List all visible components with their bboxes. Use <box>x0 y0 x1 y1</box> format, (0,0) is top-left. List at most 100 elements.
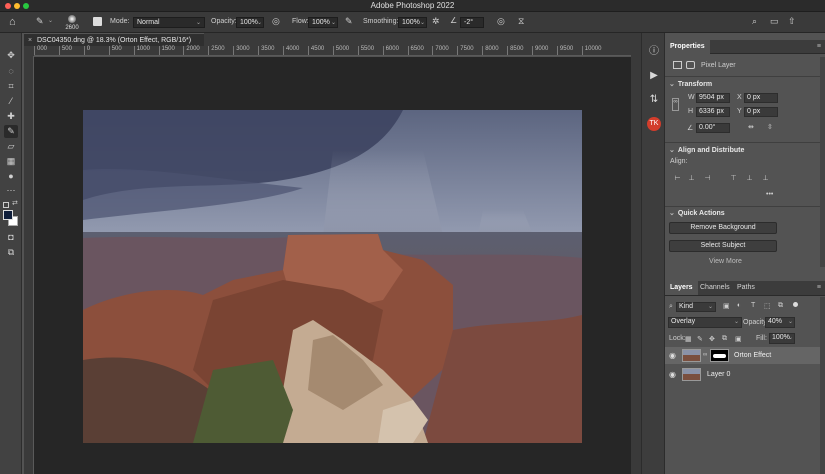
angle-input[interactable]: -2° <box>460 17 484 28</box>
filter-smart-icon[interactable]: ⧉ <box>778 302 783 310</box>
home-icon[interactable]: ⌂ <box>9 17 16 28</box>
brush-settings-icon[interactable] <box>93 17 102 26</box>
layer-row-layer-0[interactable]: ◉ Layer 0 <box>665 366 820 383</box>
chain-link-icon[interactable]: ∞ <box>703 352 707 358</box>
flow-input[interactable]: 100% ⌄ <box>308 17 338 28</box>
brush-icon[interactable]: ✎ <box>36 17 44 26</box>
remove-background-button[interactable]: Remove Background <box>669 222 777 234</box>
pressure-opacity-icon[interactable]: ◎ <box>272 17 280 26</box>
angle-field[interactable]: 0.00° <box>696 123 730 133</box>
x-field[interactable]: 0 px <box>744 93 778 103</box>
select-subject-button[interactable]: Select Subject <box>669 240 777 252</box>
align-left-icon[interactable]: ⊢ <box>673 175 682 183</box>
opacity-input[interactable]: 100% ⌄ <box>236 17 264 28</box>
search-icon[interactable]: ⌕ <box>752 17 757 26</box>
document-tab[interactable]: × DSC04350.dng @ 18.3% (Orton Effect, RG… <box>24 33 204 46</box>
visibility-eye-icon[interactable]: ◉ <box>669 370 676 379</box>
airbrush-icon[interactable]: ✎ <box>345 17 353 26</box>
link-icon[interactable]: ∞ <box>672 98 679 111</box>
screen-mode-button[interactable]: ⧉ <box>4 246 18 259</box>
filter-adjustment-icon[interactable]: ◐ <box>737 302 741 309</box>
mode-select[interactable]: Normal ⌄ <box>133 17 205 28</box>
smoothing-input[interactable]: 100% ⌄ <box>398 17 427 28</box>
settings-icon[interactable]: ✲ <box>432 17 440 26</box>
healing-icon: ✚ <box>7 111 15 121</box>
flip-horizontal-icon[interactable]: ⇹ <box>748 123 754 131</box>
layer-name[interactable]: Orton Effect <box>734 352 771 359</box>
gradient-tool[interactable]: ▦ <box>4 155 18 168</box>
tab-layers[interactable]: Layers <box>665 281 698 295</box>
align-right-icon[interactable]: ⊣ <box>703 175 712 183</box>
title-bar: Adobe Photoshop 2022 <box>0 0 825 12</box>
plugin-icon[interactable]: TK <box>647 117 661 131</box>
marquee-tool[interactable]: ◌ <box>4 65 18 78</box>
height-field[interactable]: 6336 px <box>696 107 730 117</box>
fill-input[interactable]: 100% ⌄ <box>769 333 795 344</box>
chevron-down-icon[interactable]: ⌄ <box>48 18 53 24</box>
filter-shape-icon[interactable]: ⬚ <box>764 302 771 310</box>
ruler-tick-label: 1000 <box>133 46 150 55</box>
default-colors-icon[interactable] <box>3 202 9 208</box>
ruler-tick-label: 500 <box>108 46 122 55</box>
align-vcenter-icon[interactable]: ⊥ <box>745 175 754 183</box>
more-tools[interactable]: ⋯ <box>4 184 18 197</box>
transform-section-title[interactable]: Transform <box>669 80 712 88</box>
align-section-title[interactable]: Align and Distribute <box>669 146 745 154</box>
vertical-scrollbar[interactable] <box>631 46 641 474</box>
blend-mode-select[interactable]: Overlay ⌄ <box>668 317 742 328</box>
healing-tool[interactable]: ✚ <box>4 110 18 123</box>
properties-scrollbar[interactable] <box>820 57 825 267</box>
align-top-icon[interactable]: ⊤ <box>729 175 738 183</box>
mask-icon[interactable] <box>686 61 695 69</box>
lock-pixels-icon[interactable]: ✎ <box>697 335 703 343</box>
filter-pixel-icon[interactable]: ▣ <box>723 302 730 310</box>
filter-type-icon[interactable]: T <box>751 302 755 309</box>
lock-all-icon[interactable]: ▣ <box>735 335 742 343</box>
foreground-color-swatch[interactable] <box>3 210 13 220</box>
layer-opacity-input[interactable]: 40% ⌄ <box>765 317 795 328</box>
filter-toggle[interactable] <box>793 302 798 307</box>
symmetry-icon[interactable]: ⧖ <box>518 17 524 26</box>
lock-transparency-icon[interactable]: ▦ <box>685 335 692 343</box>
lock-position-icon[interactable]: ✥ <box>709 335 715 343</box>
brush-tool[interactable]: ✎ <box>4 125 18 138</box>
more-options-icon[interactable]: ••• <box>766 191 773 198</box>
info-icon[interactable]: ⓘ <box>647 45 661 59</box>
view-more-link[interactable]: View More <box>709 258 742 265</box>
width-field[interactable]: 9504 px <box>696 93 730 103</box>
play-icon[interactable]: ▶ <box>647 69 661 83</box>
layer-filter-select[interactable]: Kind ⌄ <box>676 302 716 312</box>
crop-tool[interactable]: ⌗ <box>4 80 18 93</box>
layer-name[interactable]: Layer 0 <box>707 371 730 378</box>
mode-label: Mode: <box>110 18 130 25</box>
visibility-eye-icon[interactable]: ◉ <box>669 351 676 360</box>
brush-preset-picker[interactable]: 2600 <box>63 14 81 32</box>
tab-paths[interactable]: Paths <box>732 281 760 295</box>
eraser-tool[interactable]: ▱ <box>4 140 18 153</box>
move-tool[interactable]: ✥ <box>4 49 18 62</box>
tab-properties[interactable]: Properties <box>665 40 710 54</box>
align-bottom-icon[interactable]: ⊥ <box>761 175 770 183</box>
adjust-icon[interactable]: ⇅ <box>647 93 661 107</box>
eyedropper-tool[interactable]: ⁄ <box>4 95 18 108</box>
align-hcenter-icon[interactable]: ⊥ <box>687 175 696 183</box>
layer-row-orton-effect[interactable]: ◉ ∞ Orton Effect <box>665 347 820 364</box>
y-field[interactable]: 0 px <box>744 107 778 117</box>
panel-menu-icon[interactable]: ≡ <box>817 43 821 50</box>
panel-menu-icon[interactable]: ≡ <box>817 284 821 291</box>
tab-channels[interactable]: Channels <box>695 281 735 295</box>
document-image[interactable] <box>83 110 582 443</box>
quick-mask-button[interactable]: ◘ <box>4 231 18 244</box>
close-tab-icon[interactable]: × <box>28 37 32 44</box>
swap-colors-icon[interactable]: ⇄ <box>12 199 18 207</box>
dodge-tool[interactable]: ● <box>4 170 18 183</box>
pressure-size-icon[interactable]: ◎ <box>497 17 505 26</box>
document-tab-title: DSC04350.dng @ 18.3% (Orton Effect, RGB/… <box>37 37 192 44</box>
quick-actions-title[interactable]: Quick Actions <box>669 209 725 217</box>
flip-vertical-icon[interactable]: ⇳ <box>767 123 773 131</box>
share-icon[interactable]: ⇧ <box>788 17 796 26</box>
lock-artboard-icon[interactable]: ⧉ <box>722 335 727 343</box>
layers-scrollbar[interactable] <box>820 297 825 474</box>
layer-mask-thumbnail[interactable] <box>710 349 729 362</box>
workspace-icon[interactable]: ▭ <box>770 17 779 26</box>
